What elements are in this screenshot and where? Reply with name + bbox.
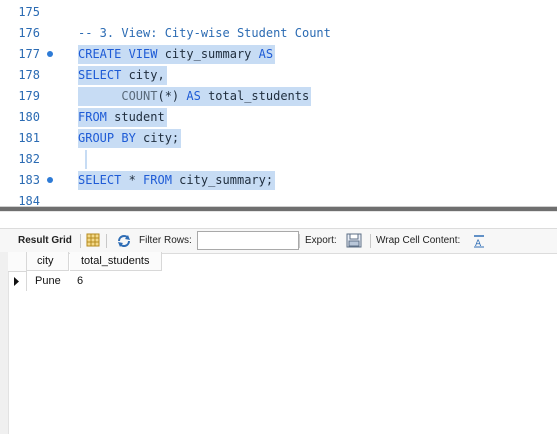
toolbar-divider (370, 234, 371, 248)
wrap-cell-content-label: Wrap Cell Content: (376, 235, 461, 246)
code-token: CREATE VIEW (78, 47, 158, 61)
toolbar-divider (106, 234, 107, 248)
code-token: (*) (157, 89, 187, 103)
code-text: -- 3. View: City-wise Student Count (78, 24, 333, 43)
code-token: SELECT (78, 173, 122, 187)
wrap-icon[interactable]: A (473, 234, 485, 249)
result-grid-tab[interactable]: Result Grid (18, 229, 72, 253)
editor-line[interactable]: 183 SELECT * FROM city_summary; (0, 170, 557, 191)
selection-caret (85, 150, 87, 169)
code-text: COUNT(*) AS total_students (78, 87, 312, 106)
code-token: FROM (78, 110, 107, 124)
editor-line[interactable]: 175 (0, 2, 557, 23)
filter-rows-label: Filter Rows: (139, 235, 192, 246)
line-number: 180 (18, 110, 40, 124)
code-token: total_students (200, 89, 310, 103)
editor-line[interactable]: 180 FROM student (0, 107, 557, 128)
line-number: 177 (18, 47, 40, 61)
grid-view-icon[interactable] (86, 233, 100, 249)
toolbar-divider (299, 234, 300, 248)
editor-horizontal-scrollbar[interactable] (0, 206, 557, 212)
export-label: Export: (305, 235, 337, 246)
code-token: city_summary (157, 47, 259, 61)
line-number: 179 (18, 89, 40, 103)
code-text: FROM student (78, 108, 167, 127)
editor-line[interactable]: 184 (0, 191, 557, 206)
line-number: 183 (18, 173, 40, 187)
scrollbar-thumb[interactable] (0, 207, 557, 211)
filter-rows-input[interactable] (197, 231, 299, 250)
code-token: city_summary; (171, 173, 274, 187)
code-token: city, (121, 68, 165, 82)
code-token: SELECT (78, 68, 122, 82)
line-number: 178 (18, 68, 40, 82)
result-toolbar: Result Grid Filter Rows: Export: Wrap Ce… (0, 228, 557, 254)
code-token: AS (186, 89, 201, 103)
editor-line[interactable]: 182 (0, 149, 557, 170)
editor-line[interactable]: 178 SELECT city, (0, 65, 557, 86)
editor-line[interactable]: 176 -- 3. View: City-wise Student Count (0, 23, 557, 44)
line-number: 182 (18, 152, 40, 166)
line-number: 176 (18, 26, 40, 40)
code-token: FROM (143, 173, 172, 187)
editor-line[interactable]: 179 COUNT(*) AS total_students (0, 86, 557, 107)
table-cell-city[interactable]: Pune (27, 272, 69, 291)
grid-corner (8, 252, 27, 272)
line-number: 175 (18, 5, 40, 19)
code-token: GROUP BY (78, 131, 136, 145)
editor-line[interactable]: 177 CREATE VIEW city_summary AS (0, 44, 557, 65)
statement-marker-icon (47, 51, 53, 57)
export-icon[interactable] (346, 233, 362, 249)
column-header-city[interactable]: city (27, 252, 69, 271)
code-token: city; (135, 131, 180, 145)
refresh-icon[interactable] (116, 234, 132, 250)
code-text: SELECT city, (78, 66, 167, 85)
code-token: AS (258, 47, 274, 61)
code-text: GROUP BY city; (78, 129, 182, 148)
code-token: COUNT (121, 89, 158, 103)
table-cell-total-students[interactable]: 6 (70, 272, 162, 291)
line-number: 184 (18, 194, 40, 206)
line-number: 181 (18, 131, 40, 145)
code-text: CREATE VIEW city_summary AS (78, 45, 276, 64)
row-selector[interactable] (8, 272, 27, 291)
column-header-total-students[interactable]: total_students (70, 252, 162, 271)
sql-editor[interactable]: 175 176 -- 3. View: City-wise Student Coun… (0, 0, 557, 206)
code-text: SELECT * FROM city_summary; (78, 171, 276, 190)
code-token: student (106, 110, 165, 124)
row-pointer-icon (14, 277, 19, 286)
code-token: * (121, 173, 144, 187)
statement-marker-icon (47, 177, 53, 183)
toolbar-divider (80, 234, 81, 248)
editor-line[interactable]: 181 GROUP BY city; (0, 128, 557, 149)
code-token: -- 3. View: City-wise Student Count (78, 26, 331, 40)
